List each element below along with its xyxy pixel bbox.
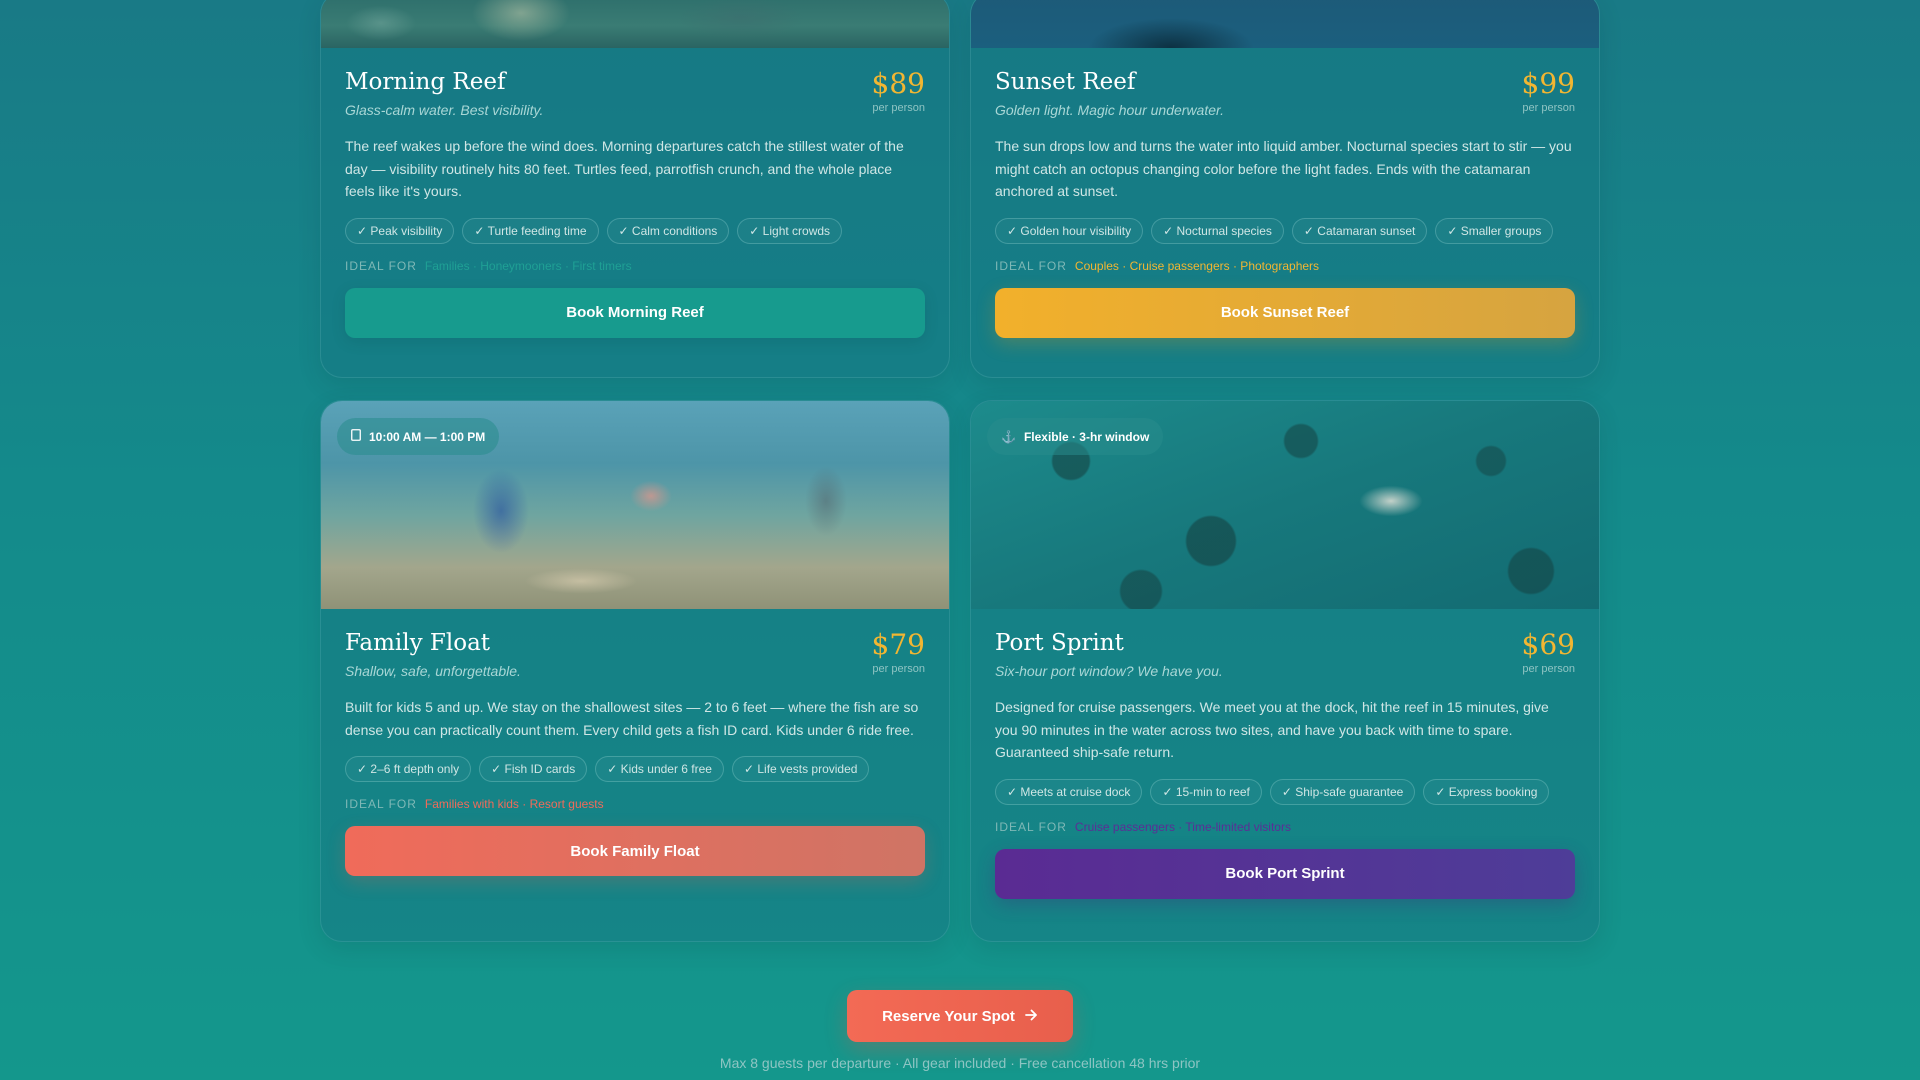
feature-tag: ✓ Meets at cruise dock bbox=[995, 778, 1143, 805]
anchor-icon: ⚓ bbox=[1001, 429, 1016, 444]
reserve-spot-label: Reserve Your Spot bbox=[882, 1007, 1015, 1025]
price-unit: per person bbox=[872, 663, 925, 675]
tour-title: Family Float bbox=[345, 630, 491, 656]
reserve-spot-button[interactable]: Reserve Your Spot bbox=[847, 990, 1073, 1042]
tour-description: The reef wakes up before the wind does. … bbox=[345, 138, 904, 199]
tour-title: Port Sprint bbox=[995, 630, 1124, 656]
feature-tag: ✓ Express booking bbox=[1423, 778, 1550, 805]
feature-tag: ✓ Peak visibility bbox=[345, 217, 455, 244]
tour-photo bbox=[321, 0, 949, 48]
ideal-for-label: IDEAL FOR bbox=[995, 258, 1067, 273]
tour-card-sunset-reef: Sunset Reef Golden light. Magic hour und… bbox=[970, 0, 1600, 378]
tour-card-morning-reef: Morning Reef Glass-calm water. Best visi… bbox=[320, 0, 950, 378]
tour-price: $79 bbox=[871, 628, 925, 661]
tour-tagline: Six-hour port window? We have you. bbox=[995, 663, 1223, 679]
book-port-sprint-button[interactable]: Book Port Sprint bbox=[995, 848, 1575, 899]
tour-description: Built for kids 5 and up. We stay on the … bbox=[345, 699, 919, 738]
tour-description: Designed for cruise passengers. We meet … bbox=[995, 699, 1549, 760]
clock-icon bbox=[351, 429, 361, 444]
feature-tag: ✓ Ship-safe guarantee bbox=[1269, 778, 1416, 805]
tour-description: The sun drops low and turns the water in… bbox=[995, 138, 1572, 199]
tour-photo: ⚓ Flexible · 3-hr window bbox=[971, 401, 1599, 609]
feature-tag: ✓ Life vests provided bbox=[731, 756, 870, 782]
feature-tag: ✓ 15-min to reef bbox=[1150, 778, 1262, 805]
tour-title: Sunset Reef bbox=[995, 69, 1136, 95]
footer-note: Max 8 guests per departure · All gear in… bbox=[719, 1055, 1201, 1071]
tour-card-port-sprint: ⚓ Flexible · 3-hr window Port Sprint Six… bbox=[970, 400, 1600, 942]
tour-card-family-float: 10:00 AM — 1:00 PM Family Float Shallow,… bbox=[320, 400, 950, 942]
tour-grid: Morning Reef Glass-calm water. Best visi… bbox=[320, 0, 1600, 942]
ideal-for: IDEAL FOR Couples · Cruise passengers · … bbox=[995, 259, 1575, 273]
time-badge: ⚓ Flexible · 3-hr window bbox=[987, 418, 1164, 455]
price-unit: per person bbox=[1522, 663, 1575, 675]
feature-tag: ✓ Catamaran sunset bbox=[1291, 217, 1428, 244]
tour-tagline: Golden light. Magic hour underwater. bbox=[995, 102, 1225, 118]
ideal-for-value: Families · Honeymooners · First timers bbox=[424, 258, 632, 273]
arrow-right-icon bbox=[1025, 1008, 1038, 1025]
price-unit: per person bbox=[872, 102, 925, 114]
feature-tag: ✓ Nocturnal species bbox=[1151, 217, 1284, 244]
price-unit: per person bbox=[1522, 102, 1575, 114]
feature-tags: ✓ Golden hour visibility ✓ Nocturnal spe… bbox=[995, 217, 1575, 244]
feature-tag: ✓ Light crowds bbox=[737, 217, 843, 244]
book-family-float-button[interactable]: Book Family Float bbox=[345, 826, 925, 876]
ideal-for-value: Families with kids · Resort guests bbox=[424, 797, 604, 811]
book-sunset-reef-button[interactable]: Book Sunset Reef bbox=[995, 287, 1575, 338]
feature-tag: ✓ Smaller groups bbox=[1435, 217, 1554, 244]
ideal-for-value: Couples · Cruise passengers · Photograph… bbox=[1074, 258, 1320, 273]
feature-tags: ✓ 2–6 ft depth only ✓ Fish ID cards ✓ Ki… bbox=[345, 756, 925, 782]
badge-label: Flexible · 3-hr window bbox=[1023, 429, 1150, 444]
ideal-for-label: IDEAL FOR bbox=[345, 797, 417, 811]
book-morning-reef-button[interactable]: Book Morning Reef bbox=[345, 287, 925, 338]
tour-photo bbox=[971, 0, 1599, 48]
tour-price: $69 bbox=[1521, 628, 1575, 661]
tour-price: $99 bbox=[1521, 67, 1575, 100]
feature-tag: ✓ Turtle feeding time bbox=[462, 217, 599, 244]
ideal-for: IDEAL FOR Families with kids · Resort gu… bbox=[345, 797, 925, 811]
time-badge: 10:00 AM — 1:00 PM bbox=[337, 418, 500, 455]
ideal-for-value: Cruise passengers · Time-limited visitor… bbox=[1074, 819, 1291, 834]
feature-tag: ✓ Calm conditions bbox=[606, 217, 730, 244]
feature-tag: ✓ Kids under 6 free bbox=[595, 756, 724, 782]
ideal-for: IDEAL FOR Cruise passengers · Time-limit… bbox=[995, 820, 1575, 834]
ideal-for-label: IDEAL FOR bbox=[995, 819, 1067, 834]
tour-photo: 10:00 AM — 1:00 PM bbox=[321, 401, 949, 609]
ideal-for: IDEAL FOR Families · Honeymooners · Firs… bbox=[345, 259, 925, 273]
tour-tagline: Glass-calm water. Best visibility. bbox=[345, 102, 544, 118]
tour-price: $89 bbox=[871, 67, 925, 100]
ideal-for-label: IDEAL FOR bbox=[345, 258, 417, 273]
feature-tag: ✓ 2–6 ft depth only bbox=[345, 756, 472, 782]
feature-tag: ✓ Fish ID cards bbox=[479, 756, 588, 782]
feature-tag: ✓ Golden hour visibility bbox=[995, 217, 1144, 244]
feature-tags: ✓ Meets at cruise dock ✓ 15-min to reef … bbox=[995, 778, 1575, 805]
tour-title: Morning Reef bbox=[345, 69, 506, 95]
tour-tagline: Shallow, safe, unforgettable. bbox=[345, 663, 521, 679]
badge-label: 10:00 AM — 1:00 PM bbox=[369, 429, 486, 444]
feature-tags: ✓ Peak visibility ✓ Turtle feeding time … bbox=[345, 217, 925, 244]
